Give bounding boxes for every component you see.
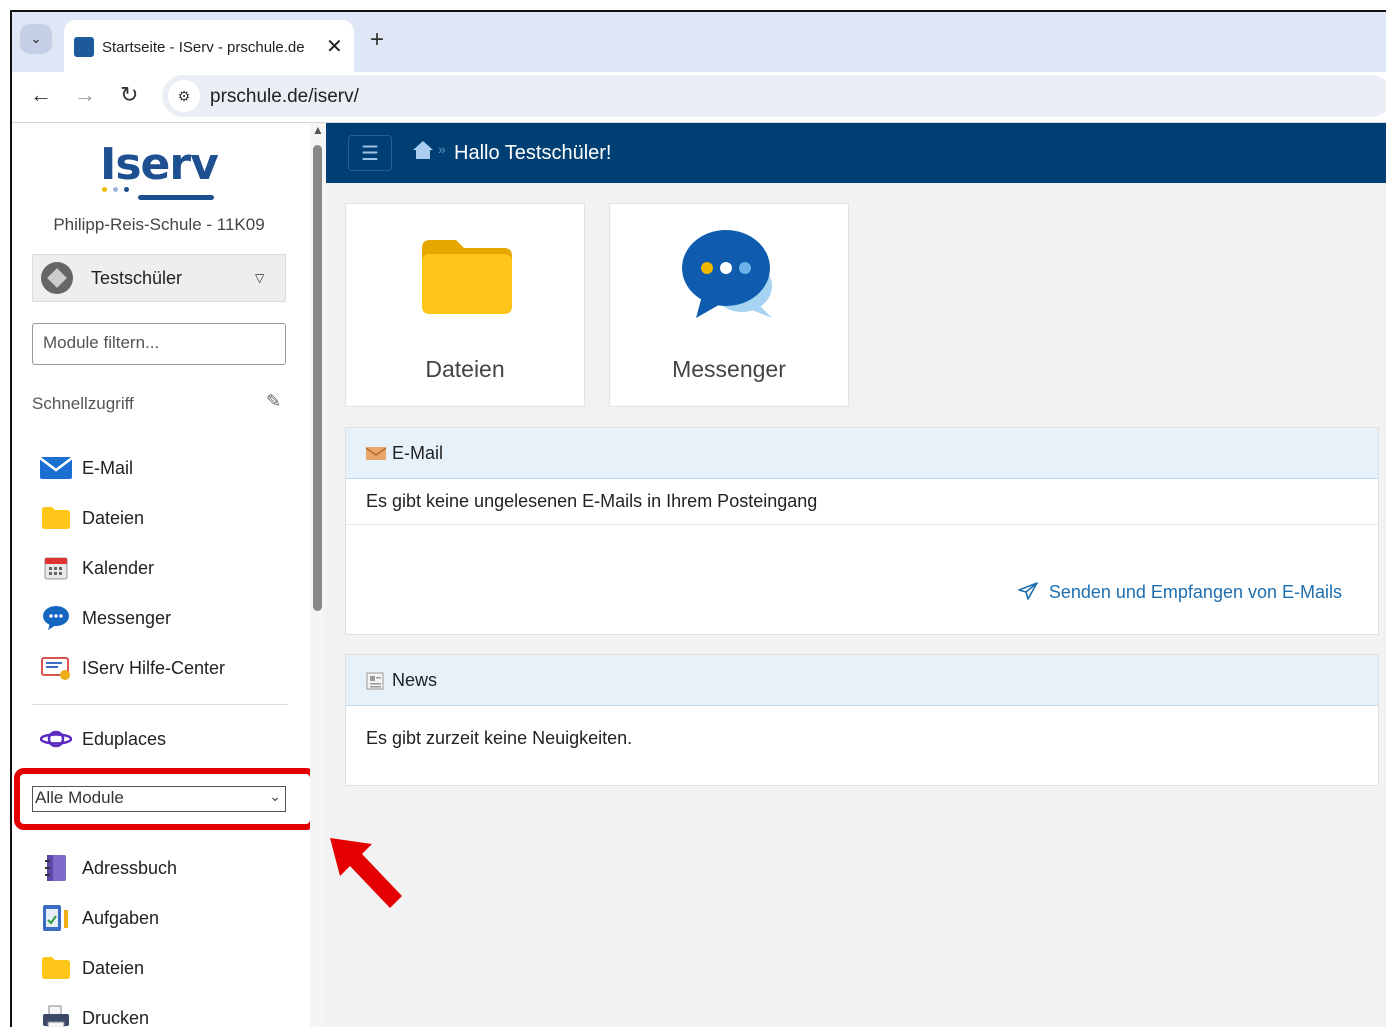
red-arrow-annotation: [330, 838, 402, 908]
hamburger-menu-icon[interactable]: ☰: [348, 135, 392, 171]
sidebar-item-label: Eduplaces: [82, 728, 167, 749]
tab-strip: ⌄ Startseite - IServ - prschule.de ✕ +: [12, 12, 1386, 72]
sidebar-item-label: Messenger: [82, 607, 172, 628]
sidebar-item-label: Aufgaben: [82, 907, 160, 928]
sidebar-item-adressbuch[interactable]: Adressbuch: [40, 850, 177, 886]
sidebar-item-aufgaben[interactable]: Aufgaben: [40, 900, 159, 936]
home-icon[interactable]: [412, 140, 434, 166]
tasks-icon: [40, 905, 72, 931]
news-panel-title: News: [392, 669, 438, 690]
scroll-thumb[interactable]: [313, 145, 322, 611]
user-menu[interactable]: Testschüler ▽: [32, 254, 286, 302]
iserv-favicon-icon: [74, 37, 94, 57]
user-name: Testschüler: [91, 268, 183, 288]
edit-icon[interactable]: ✎: [266, 391, 281, 412]
email-panel-message: Es gibt keine ungelesenen E-Mails in Ihr…: [346, 479, 1378, 525]
email-panel-header: E-Mail: [346, 428, 1378, 479]
messenger-icon: [682, 228, 778, 325]
envelope-icon: [365, 445, 387, 461]
quick-access-title: Schnellzugriff: [32, 394, 134, 413]
tile-label: Messenger: [672, 356, 786, 382]
sidebar-divider: [32, 704, 288, 705]
page-title: Hallo Testschüler!: [454, 142, 612, 164]
sidebar-item-dateien-module[interactable]: Dateien: [40, 950, 144, 986]
calendar-icon: [40, 555, 72, 581]
chevron-down-icon: ⌄: [269, 788, 281, 804]
browser-window: ⌄ Startseite - IServ - prschule.de ✕ + ←…: [10, 10, 1386, 1027]
main-header: ☰ » Hallo Testschüler!: [326, 123, 1386, 183]
news-panel-header: News: [346, 655, 1378, 706]
avatar: [41, 262, 73, 294]
sidebar-item-label: Dateien: [82, 507, 145, 528]
news-panel-message: Es gibt zurzeit keine Neuigkeiten.: [366, 728, 633, 748]
sidebar-item-drucken[interactable]: Drucken: [40, 1000, 149, 1027]
back-icon[interactable]: ←: [30, 82, 52, 108]
school-name: Philipp-Reis-Schule - 11K09: [53, 215, 265, 234]
url-text[interactable]: prschule.de/iserv/: [210, 86, 359, 108]
address-bar[interactable]: ⚙ prschule.de/iserv/: [162, 75, 1386, 117]
send-receive-link[interactable]: Senden und Empfangen von E-Mails: [1017, 582, 1342, 603]
logo-dots: [102, 187, 129, 192]
sidebar-item-messenger[interactable]: Messenger: [40, 600, 171, 636]
sidebar-item-label: Kalender: [82, 557, 155, 578]
module-select[interactable]: Alle Module ⌄: [32, 786, 286, 812]
forward-icon[interactable]: →: [74, 82, 96, 108]
addressbook-icon: [40, 855, 72, 881]
newspaper-icon: [366, 672, 386, 690]
sidebar-item-hilfe-center[interactable]: IServ Hilfe-Center: [40, 650, 225, 686]
tab-search-button[interactable]: ⌄: [20, 24, 52, 54]
tab-title: Startseite - IServ - prschule.de: [102, 39, 305, 56]
sidebar-item-label: Adressbuch: [82, 857, 178, 878]
iserv-logo: Iserv: [100, 139, 230, 200]
sidebar-item-label: E-Mail: [82, 457, 134, 478]
folder-icon: [422, 240, 512, 319]
logo-text: Iserv: [100, 139, 219, 190]
paper-plane-icon: [1017, 582, 1049, 602]
folder-icon: [40, 505, 72, 531]
sidebar-item-label: Dateien: [82, 957, 145, 978]
sidebar-item-kalender[interactable]: Kalender: [40, 550, 154, 586]
new-tab-icon[interactable]: +: [370, 26, 384, 54]
close-tab-icon[interactable]: ✕: [326, 34, 343, 59]
sidebar-scrollbar[interactable]: ▲: [310, 123, 326, 1027]
module-select-value: Alle Module: [35, 788, 124, 807]
email-panel-title: E-Mail: [392, 442, 444, 463]
sidebar-item-label: IServ Hilfe-Center: [82, 657, 226, 678]
breadcrumb-separator: »: [438, 141, 446, 157]
mail-icon: [40, 455, 72, 481]
tile-dateien[interactable]: Dateien: [345, 203, 585, 407]
active-tab[interactable]: Startseite - IServ - prschule.de ✕: [64, 20, 354, 72]
sidebar: Iserv Philipp-Reis-Schule - 11K09 Testsc…: [12, 123, 326, 1027]
messenger-icon: [40, 605, 72, 631]
planet-icon: [40, 726, 72, 752]
module-filter-input[interactable]: Module filtern...: [32, 323, 286, 365]
reload-icon[interactable]: ↻: [120, 82, 138, 108]
sidebar-item-email[interactable]: E-Mail: [40, 450, 133, 486]
news-panel: News Es gibt zurzeit keine Neuigkeiten.: [345, 654, 1379, 786]
logo-underline: [138, 195, 214, 200]
tile-messenger[interactable]: Messenger: [609, 203, 849, 407]
site-info-icon[interactable]: ⚙: [168, 80, 200, 112]
address-bar-row: ← → ↻ ⚙ prschule.de/iserv/: [12, 72, 1386, 123]
chevron-down-icon: ⌄: [30, 31, 42, 46]
sidebar-item-eduplaces[interactable]: Eduplaces: [40, 721, 166, 757]
send-receive-link-label: Senden und Empfangen von E-Mails: [1048, 582, 1342, 602]
sidebar-item-label: Drucken: [82, 1007, 150, 1027]
scroll-up-icon[interactable]: ▲: [312, 123, 324, 137]
sidebar-item-dateien[interactable]: Dateien: [40, 500, 144, 536]
folder-icon: [40, 955, 72, 981]
help-center-icon: [40, 655, 72, 681]
printer-icon: [40, 1005, 72, 1027]
tile-label: Dateien: [425, 356, 505, 382]
caret-down-icon: ▽: [255, 271, 265, 285]
email-panel: E-Mail Es gibt keine ungelesenen E-Mails…: [345, 427, 1379, 635]
